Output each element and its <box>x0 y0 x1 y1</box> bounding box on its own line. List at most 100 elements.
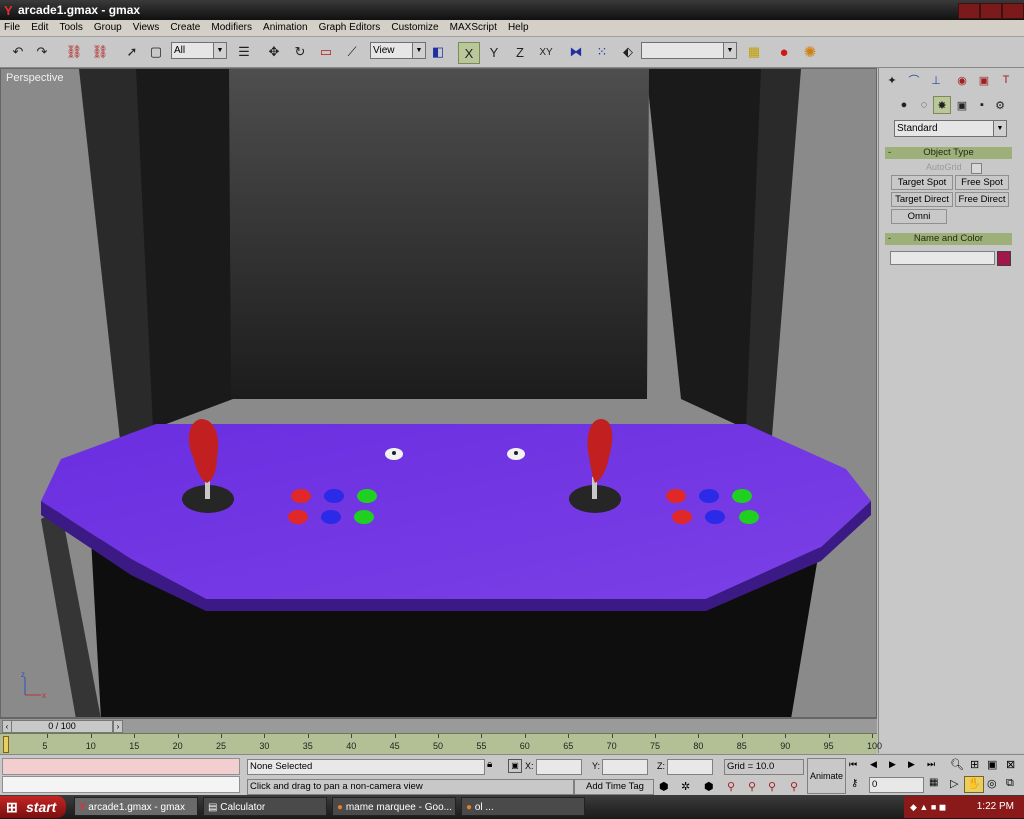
absolute-mode-icon[interactable]: ▣ <box>508 759 522 773</box>
menu-maxscript[interactable]: MAXScript <box>446 20 501 33</box>
snap-icon[interactable]: ✲ <box>681 780 690 793</box>
clock[interactable]: 1:22 PM <box>977 796 1014 818</box>
time-next-icon[interactable]: › <box>113 720 123 733</box>
goto-start-icon[interactable]: ⏮ <box>849 759 857 770</box>
restrict-y-button[interactable]: Y <box>484 42 504 62</box>
key-mode-icon[interactable]: ⚲ <box>790 780 798 793</box>
perspective-viewport[interactable]: z x Perspective <box>0 68 877 718</box>
add-time-tag-button[interactable]: Add Time Tag <box>574 779 654 795</box>
named-selection-dropdown[interactable]: ▼ <box>641 42 737 59</box>
redo-icon[interactable]: ↷ <box>32 42 52 62</box>
object-color-swatch[interactable] <box>997 251 1011 266</box>
mirror-icon[interactable]: ⧓ <box>566 42 586 62</box>
select-by-name-icon[interactable]: ☰ <box>234 42 254 62</box>
geometry-category-icon[interactable]: ● <box>895 96 913 114</box>
target-spot-button[interactable]: Target Spot <box>891 175 953 190</box>
select-object-icon[interactable]: ➚ <box>122 42 142 62</box>
menu-customize[interactable]: Customize <box>387 20 442 33</box>
zoom-all-icon[interactable]: ⊞ <box>970 758 979 771</box>
key-mode-toggle-icon[interactable]: ⚷ <box>851 778 858 789</box>
select-region-icon[interactable]: ▢ <box>146 42 166 62</box>
name-and-color-rollout[interactable]: - Name and Color <box>885 233 1012 245</box>
create-tab-icon[interactable]: ✦ <box>883 71 901 89</box>
lock-selection-icon[interactable]: 🔒︎ <box>487 759 492 770</box>
key-filter-icon[interactable]: ⚲ <box>768 780 776 793</box>
menu-animation[interactable]: Animation <box>259 20 311 33</box>
target-direct-button[interactable]: Target Direct <box>891 192 953 207</box>
arc-rotate-icon[interactable]: ◎ <box>987 777 997 790</box>
region-zoom-icon[interactable]: ▷ <box>950 777 958 790</box>
select-link-icon[interactable]: ⛓ <box>64 42 84 62</box>
angle-snap-icon[interactable]: ⬢ <box>704 780 714 793</box>
x-coord-field[interactable] <box>536 759 582 775</box>
material-editor-icon[interactable]: ● <box>774 42 794 62</box>
task-browser[interactable]: ● mame marquee - Goo... <box>332 797 456 816</box>
time-slider-thumb[interactable]: 0 / 100 <box>11 720 113 733</box>
pivot-center-icon[interactable]: ◧ <box>428 42 448 62</box>
time-config-icon[interactable]: ▦ <box>929 777 938 788</box>
viewport-label[interactable]: Perspective <box>6 72 63 84</box>
reference-coordinate-dropdown[interactable]: View ▼ <box>370 42 426 59</box>
y-coord-field[interactable] <box>602 759 648 775</box>
align-icon[interactable]: ⬖ <box>618 42 638 62</box>
minimize-button[interactable] <box>958 3 980 19</box>
scale-icon[interactable]: ▭ <box>316 42 336 62</box>
menu-edit[interactable]: Edit <box>27 20 52 33</box>
play-icon[interactable]: ▶ <box>889 759 896 770</box>
close-button[interactable] <box>1002 3 1024 19</box>
shapes-category-icon[interactable]: ◌ <box>915 96 933 114</box>
pan-icon[interactable]: ⬢ <box>659 780 669 793</box>
time-slider[interactable]: ‹ 0 / 100 › <box>0 718 877 733</box>
cameras-category-icon[interactable]: ▣ <box>953 96 971 114</box>
spinner-snap-icon[interactable]: ⚲ <box>748 780 756 793</box>
menu-help[interactable]: Help <box>504 20 533 33</box>
maximize-button[interactable] <box>980 3 1002 19</box>
omni-button[interactable]: Omni <box>891 209 947 224</box>
next-frame-icon[interactable]: ▶ <box>908 759 915 770</box>
menu-group[interactable]: Group <box>90 20 126 33</box>
maxscript-output[interactable] <box>2 776 240 793</box>
modify-tab-icon[interactable]: ⌒ <box>905 71 923 89</box>
pan-view-icon[interactable]: ✋ <box>964 776 984 793</box>
percent-snap-icon[interactable]: ⚲ <box>727 780 735 793</box>
object-name-input[interactable] <box>890 251 995 265</box>
helpers-category-icon[interactable]: ▪ <box>973 96 991 114</box>
maxscript-listener-input[interactable] <box>2 758 240 775</box>
motion-tab-icon[interactable]: ◉ <box>953 71 971 89</box>
prev-frame-icon[interactable]: ◀ <box>870 759 877 770</box>
undo-icon[interactable]: ↶ <box>8 42 28 62</box>
menu-create[interactable]: Create <box>166 20 204 33</box>
unlink-icon[interactable]: ⛓ <box>90 42 110 62</box>
zoom-extents-all-icon[interactable]: ⊠ <box>1006 758 1015 771</box>
menu-views[interactable]: Views <box>129 20 164 33</box>
schematic-view-icon[interactable]: ▦ <box>744 42 764 62</box>
menu-tools[interactable]: Tools <box>55 20 86 33</box>
track-bar[interactable]: 5 10 15 20 25 30 35 40 45 50 55 60 65 70 75 80 85 90 95 100 <box>0 733 882 754</box>
rotate-icon[interactable]: ↻ <box>290 42 310 62</box>
restrict-z-button[interactable]: Z <box>510 42 530 62</box>
menu-file[interactable]: File <box>0 20 24 33</box>
task-gmax[interactable]: Y arcade1.gmax - gmax <box>74 797 198 816</box>
utilities-tab-icon[interactable]: T <box>997 71 1015 89</box>
restrict-x-button[interactable]: X <box>458 42 480 64</box>
zoom-icon[interactable]: 🔍︎ <box>950 758 964 771</box>
display-tab-icon[interactable]: ▣ <box>975 71 993 89</box>
lights-category-icon[interactable]: ✸ <box>933 96 951 114</box>
start-button[interactable]: ⊞ start <box>0 796 66 818</box>
menu-modifiers[interactable]: Modifiers <box>207 20 256 33</box>
current-frame-field[interactable]: 0 <box>869 777 924 793</box>
systems-category-icon[interactable]: ⚙ <box>991 96 1009 114</box>
goto-end-icon[interactable]: ⏭ <box>927 759 935 770</box>
task-calculator[interactable]: ▤ Calculator <box>203 797 327 816</box>
restrict-xy-button[interactable]: XY <box>536 42 556 62</box>
zoom-extents-icon[interactable]: ▣ <box>987 758 997 771</box>
selection-filter-dropdown[interactable]: All ▼ <box>171 42 227 59</box>
maximize-viewport-icon[interactable]: ⧉ <box>1006 777 1014 790</box>
autogrid-checkbox[interactable] <box>971 163 982 174</box>
task-browser-2[interactable]: ● ol ... <box>461 797 585 816</box>
object-type-rollout[interactable]: - Object Type <box>885 147 1012 159</box>
array-icon[interactable]: ⁙ <box>592 42 612 62</box>
category-dropdown[interactable]: Standard ▼ <box>894 120 1007 137</box>
move-icon[interactable]: ✥ <box>264 42 284 62</box>
free-spot-button[interactable]: Free Spot <box>955 175 1009 190</box>
